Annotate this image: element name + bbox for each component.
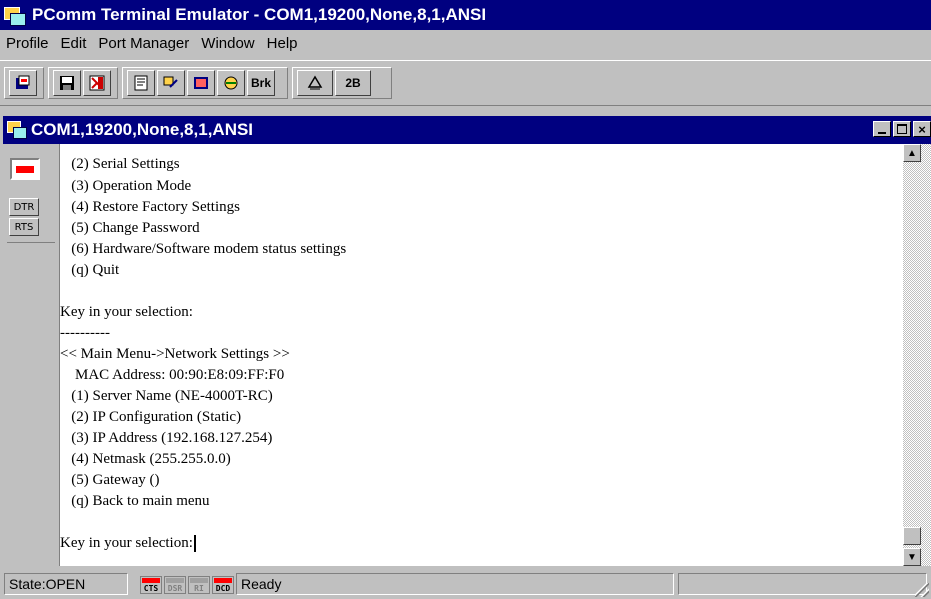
session-window-titlebar[interactable]: COM1,19200,None,8,1,ANSI ×	[3, 116, 931, 144]
properties-button[interactable]	[127, 70, 155, 96]
toolbar-group-file	[48, 67, 118, 99]
state-panel: State:OPEN	[4, 573, 128, 595]
dsr-label: DSR	[167, 584, 183, 593]
vertical-scrollbar[interactable]: ▲ ▼	[903, 144, 921, 566]
scroll-up-button[interactable]: ▲	[903, 144, 921, 162]
open-session-icon	[16, 75, 30, 89]
terminal-line: Key in your selection:	[60, 304, 193, 320]
terminal-line: (q) Back to main menu	[60, 493, 210, 509]
dcd-indicator: DCD	[212, 576, 234, 594]
terminal-line: ----------	[60, 325, 110, 341]
dial-phone-icon	[307, 75, 323, 90]
save-button[interactable]	[53, 70, 81, 96]
break-button[interactable]: Brk	[247, 70, 275, 96]
terminal-prompt: Key in your selection:	[60, 535, 193, 551]
capture-icon	[194, 77, 208, 89]
ri-indicator: RI	[188, 576, 210, 594]
dsr-indicator: DSR	[164, 576, 186, 594]
minimize-icon	[878, 131, 886, 134]
menu-bar: Profile Edit Port Manager Window Help	[0, 30, 931, 56]
terminal-prompt-line: Key in your selection:	[60, 533, 196, 554]
transfer-button[interactable]	[157, 70, 185, 96]
mdi-background	[921, 144, 931, 566]
message-panel: Ready	[236, 573, 674, 595]
terminal-line: (4) Restore Factory Settings	[60, 199, 240, 215]
line-control-panel: DTR RTS	[3, 144, 60, 566]
properties-icon	[134, 75, 148, 91]
arrow-down-icon: ▼	[907, 551, 917, 563]
terminal-line: MAC Address: 00:90:E8:09:FF:F0	[60, 367, 285, 383]
break-label: Brk	[250, 76, 271, 90]
terminal-line: (4) Netmask (255.255.0.0)	[60, 451, 231, 467]
side-divider	[7, 242, 55, 243]
menu-port-manager[interactable]: Port Manager	[98, 35, 189, 52]
scroll-track[interactable]	[903, 162, 921, 548]
floppy-disk-icon	[60, 76, 74, 90]
exit-door-icon	[89, 75, 105, 91]
state-text: State:OPEN	[9, 576, 86, 592]
two-byte-button[interactable]: 2B	[335, 70, 371, 96]
extra-panel	[678, 573, 927, 595]
menu-profile[interactable]: Profile	[6, 35, 49, 52]
toolbar-group-open	[4, 67, 44, 99]
session-title: COM1,19200,None,8,1,ANSI	[31, 120, 254, 139]
menu-help[interactable]: Help	[267, 35, 298, 52]
close-icon: ×	[918, 121, 926, 137]
transfer-icon	[163, 76, 178, 88]
scroll-thumb[interactable]	[903, 527, 921, 545]
close-button[interactable]: ×	[913, 121, 931, 137]
maximize-button[interactable]	[893, 121, 911, 137]
menu-edit[interactable]: Edit	[61, 35, 87, 52]
cts-indicator: CTS	[140, 576, 162, 594]
terminal-line: (5) Change Password	[60, 220, 200, 236]
toolbar: Brk 2B	[0, 60, 931, 106]
window-controls: ×	[871, 121, 931, 137]
minimize-button[interactable]	[873, 121, 891, 137]
terminal-line: << Main Menu->Network Settings >>	[60, 346, 290, 362]
app-titlebar[interactable]: PComm Terminal Emulator - COM1,19200,Non…	[0, 0, 931, 30]
terminal-line: (3) IP Address (192.168.127.254)	[60, 430, 273, 446]
script-icon	[224, 76, 238, 90]
app-title: PComm Terminal Emulator - COM1,19200,Non…	[32, 5, 487, 24]
terminal-line: (2) IP Configuration (Static)	[60, 409, 242, 425]
ri-label: RI	[194, 584, 204, 593]
exit-button[interactable]	[83, 70, 111, 96]
dcd-label: DCD	[215, 584, 231, 593]
terminal-line: (1) Server Name (NE-4000T-RC)	[60, 388, 273, 404]
dtr-label: DTR	[13, 201, 35, 213]
terminal-line: (6) Hardware/Software modem status setti…	[60, 241, 347, 257]
terminal-line: (3) Operation Mode	[60, 178, 192, 194]
dial-button[interactable]	[297, 70, 333, 96]
text-cursor	[193, 535, 196, 553]
terminal-line: (q) Quit	[60, 262, 120, 278]
toolbar-group-extra: 2B	[292, 67, 392, 99]
script-button[interactable]	[217, 70, 245, 96]
cts-label: CTS	[143, 584, 159, 593]
maximize-icon	[897, 124, 907, 134]
toolbar-group-session: Brk	[122, 67, 288, 99]
arrow-up-icon: ▲	[907, 147, 917, 159]
rts-label: RTS	[14, 221, 34, 233]
connection-status-led	[10, 158, 40, 180]
session-icon	[7, 121, 27, 139]
rts-toggle-button[interactable]: RTS	[9, 218, 39, 236]
capture-button[interactable]	[187, 70, 215, 96]
resize-grip[interactable]	[915, 583, 929, 597]
dtr-toggle-button[interactable]: DTR	[9, 198, 39, 216]
ready-text: Ready	[241, 576, 282, 592]
terminal-screen[interactable]: (2) Serial Settings (3) Operation Mode (…	[60, 144, 903, 566]
terminal-line: (5) Gateway ()	[60, 472, 160, 488]
scroll-down-button[interactable]: ▼	[903, 548, 921, 566]
terminal-line: (2) Serial Settings	[60, 156, 180, 172]
pcomm-app-icon	[4, 4, 26, 26]
open-session-button[interactable]	[9, 70, 37, 96]
two-byte-label: 2B	[345, 76, 361, 90]
menu-window[interactable]: Window	[201, 35, 254, 52]
status-bar: State:OPEN CTS DSR RI DCD Ready	[0, 566, 931, 599]
